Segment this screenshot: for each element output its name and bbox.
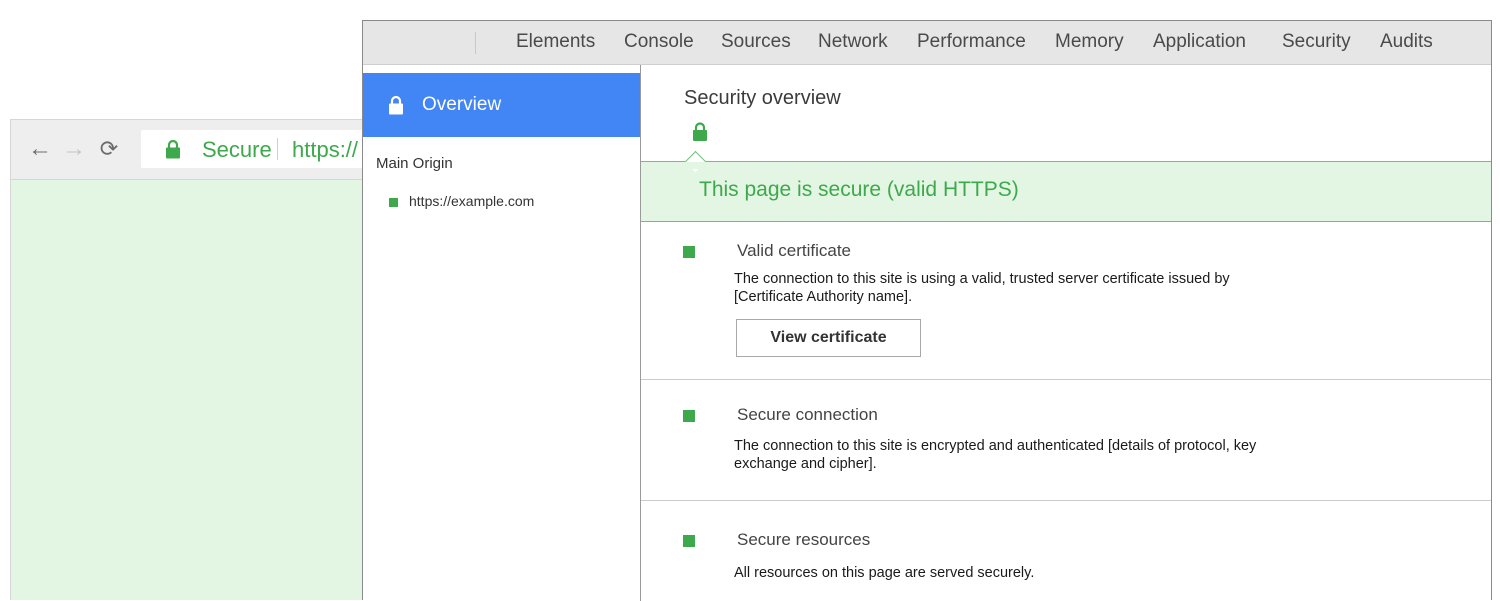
devtools-tabbar: Elements Console Sources Network Perform… [363,21,1491,65]
devtools-panel: Elements Console Sources Network Perform… [362,20,1492,601]
security-sidebar: Overview Main Origin https://example.com [363,65,641,601]
section-secure-resources: Secure resources All resources on this p… [641,501,1491,601]
tab-console[interactable]: Console [624,31,694,53]
address-divider [277,138,278,160]
section-title: Secure resources [737,530,871,549]
section-valid-certificate: Valid certificate The connection to this… [641,222,1491,380]
sidebar-item-overview[interactable]: Overview [363,73,640,137]
origin-url: https://example.com [409,193,535,209]
lock-icon [693,122,707,141]
main-origin-heading: Main Origin [376,155,453,172]
summary-pointer-fill [685,162,707,169]
tab-elements[interactable]: Elements [516,31,595,53]
tab-network[interactable]: Network [818,31,888,53]
tab-audits[interactable]: Audits [1380,31,1433,53]
security-summary: This page is secure (valid HTTPS) [641,150,1491,222]
view-certificate-button[interactable]: View certificate [736,319,921,357]
tab-memory[interactable]: Memory [1055,31,1124,53]
tab-application[interactable]: Application [1153,31,1246,53]
section-title: Secure connection [737,405,878,424]
page-title: Security overview [684,87,841,109]
section-description: The connection to this site is encrypted… [734,438,1257,472]
lock-icon [389,95,403,115]
lock-icon [166,139,180,159]
square-icon [683,246,695,258]
tab-performance[interactable]: Performance [917,31,1026,53]
square-icon [389,198,398,207]
arrow-right-icon[interactable]: → [61,136,87,162]
square-icon [683,410,695,422]
section-description: All resources on this page are served se… [734,565,1035,581]
arrow-left-icon[interactable]: ← [27,136,53,162]
reload-icon[interactable]: ⟳ [96,136,122,162]
section-secure-connection: Secure connection The connection to this… [641,380,1491,501]
security-main: Security overview This page is secure (v… [641,65,1491,601]
secure-label: Secure [202,137,272,162]
tab-separator [475,32,476,54]
url-text[interactable]: https:// [292,137,358,163]
square-icon [683,535,695,547]
section-description: The connection to this site is using a v… [734,271,1230,305]
section-title: Valid certificate [737,241,852,260]
sidebar-item-label: Overview [422,94,502,115]
summary-text: This page is secure (valid HTTPS) [699,178,1019,201]
tab-sources[interactable]: Sources [721,31,791,53]
tab-security[interactable]: Security [1282,31,1351,53]
